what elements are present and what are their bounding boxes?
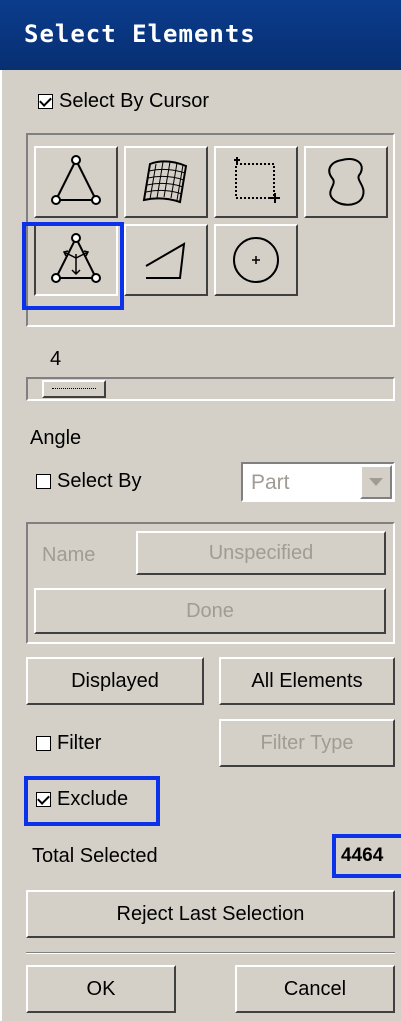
surface-mesh-icon bbox=[142, 160, 188, 204]
slider-value-label: 4 bbox=[50, 348, 62, 370]
exclude-checkbox[interactable]: Exclude bbox=[36, 788, 128, 811]
angle-label: Angle bbox=[30, 427, 82, 449]
select-node-tool-button[interactable] bbox=[34, 146, 118, 218]
select-by-cursor-checkbox[interactable]: Select By Cursor bbox=[38, 90, 209, 113]
select-node-arrows-tool-button[interactable] bbox=[34, 224, 118, 296]
node-triangle-icon bbox=[51, 155, 101, 205]
done-button[interactable]: Done bbox=[34, 588, 386, 634]
circle-select-icon bbox=[233, 237, 279, 283]
cancel-button[interactable]: Cancel bbox=[235, 965, 395, 1013]
select-surface-tool-button[interactable] bbox=[124, 146, 208, 218]
dropdown-arrow-button[interactable] bbox=[360, 465, 392, 499]
box-select-tool-button[interactable] bbox=[214, 146, 298, 218]
lasso-select-tool-button[interactable] bbox=[304, 146, 388, 218]
all-elements-button[interactable]: All Elements bbox=[219, 657, 395, 705]
polygon-select-tool-button[interactable] bbox=[124, 224, 208, 296]
select-by-cursor-label: Select By Cursor bbox=[59, 90, 210, 112]
filter-label: Filter bbox=[57, 732, 102, 754]
title-bar[interactable]: Select Elements bbox=[0, 0, 401, 70]
exclude-label: Exclude bbox=[57, 788, 129, 810]
reject-last-selection-button[interactable]: Reject Last Selection bbox=[26, 890, 395, 938]
chevron-down-icon bbox=[369, 478, 383, 486]
angle-slider[interactable] bbox=[26, 377, 395, 401]
select-by-checkbox-box[interactable] bbox=[36, 474, 51, 489]
exclude-checkbox-box[interactable] bbox=[36, 792, 51, 807]
name-label: Name bbox=[42, 544, 96, 566]
circle-select-tool-button[interactable] bbox=[214, 224, 298, 296]
displayed-button[interactable]: Displayed bbox=[26, 657, 204, 705]
window-title: Select Elements bbox=[24, 20, 256, 48]
slider-thumb[interactable] bbox=[42, 380, 107, 398]
select-by-label: Select By bbox=[57, 470, 142, 492]
polygon-select-icon bbox=[145, 242, 186, 279]
filter-checkbox[interactable]: Filter bbox=[36, 732, 101, 755]
box-select-icon bbox=[234, 157, 280, 203]
freehand-lasso-icon bbox=[328, 158, 365, 206]
ok-button[interactable]: OK bbox=[26, 965, 176, 1013]
select-by-cursor-checkbox-box[interactable] bbox=[38, 94, 53, 109]
button-separator bbox=[26, 952, 395, 954]
select-by-dropdown-value: Part bbox=[251, 471, 290, 494]
select-by-dropdown[interactable]: Part bbox=[241, 462, 395, 502]
total-selected-value: 4464 bbox=[341, 845, 384, 866]
filter-type-button[interactable]: Filter Type bbox=[219, 719, 395, 767]
total-selected-label: Total Selected bbox=[32, 845, 158, 867]
name-unspecified-button[interactable]: Unspecified bbox=[136, 531, 386, 575]
select-by-checkbox[interactable]: Select By bbox=[36, 470, 141, 493]
filter-checkbox-box[interactable] bbox=[36, 736, 51, 751]
node-triangle-arrows-icon bbox=[51, 233, 101, 283]
